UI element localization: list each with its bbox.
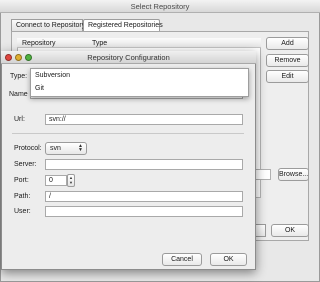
outer-ok-button[interactable]: OK [271,224,309,237]
select-arrows-icon: ▲ ▼ [78,143,83,153]
server-label: Server: [14,161,37,168]
remove-button[interactable]: Remove [266,54,309,67]
port-stepper[interactable]: ▲ ▼ [67,174,75,187]
name-label: Name [9,91,28,98]
user-field[interactable] [45,206,243,217]
path-field[interactable]: / [45,191,243,202]
port-label: Port: [14,177,29,184]
path-label: Path: [14,193,31,200]
port-field[interactable]: 0 [45,175,67,186]
tab-connect-to-repository[interactable]: Connect to Repository [11,19,85,31]
menu-item-subversion[interactable]: Subversion [31,69,248,82]
cancel-button[interactable]: Cancel [162,253,202,266]
close-window-icon[interactable] [5,54,12,61]
column-header-repository[interactable]: Repository [22,39,55,48]
minimize-window-icon[interactable] [15,54,22,61]
user-label: User: [14,208,31,215]
dialog-title: Repository Configuration [1,51,256,64]
maximize-window-icon[interactable] [25,54,32,61]
url-field[interactable]: svn:// [45,114,243,125]
window-title: Select Repository [0,0,320,13]
url-label: Url: [14,116,25,123]
section-divider [12,133,244,134]
add-button[interactable]: Add [266,37,309,50]
tab-registered-repositories[interactable]: Registered Repositories [83,19,163,31]
protocol-label: Protocol: [14,145,42,152]
edit-button[interactable]: Edit [266,70,309,83]
column-header-type[interactable]: Type [92,39,107,48]
ok-button[interactable]: OK [210,253,247,266]
type-label: Type: [10,73,28,80]
server-field[interactable] [45,159,243,170]
browse-button[interactable]: Browse... [278,168,309,181]
menu-item-git[interactable]: Git [31,82,248,95]
